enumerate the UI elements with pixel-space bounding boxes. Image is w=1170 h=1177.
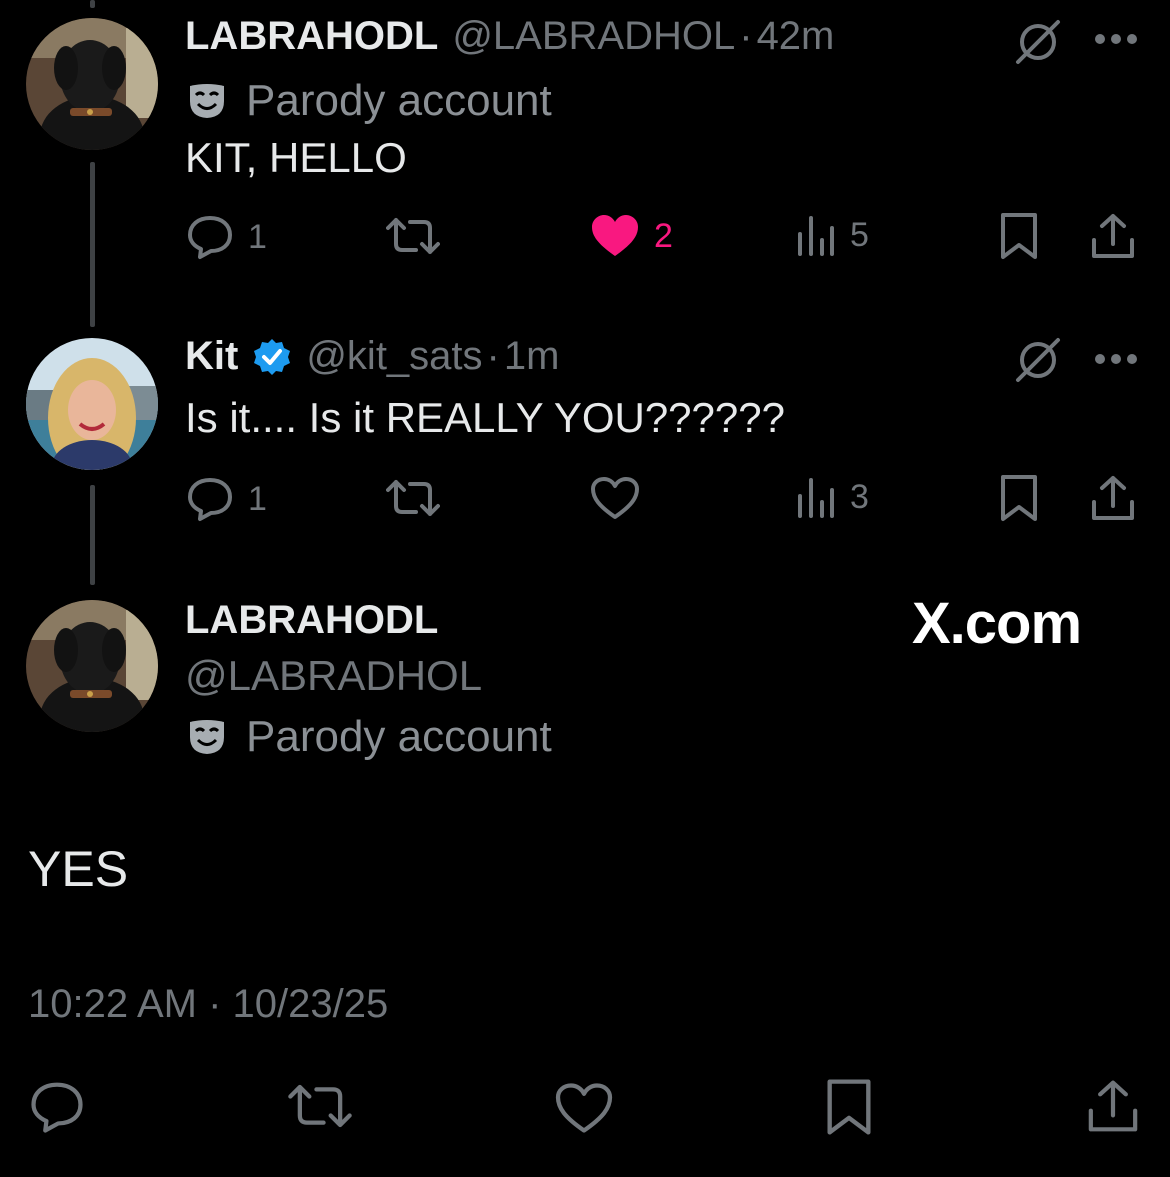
reply-icon — [31, 1082, 83, 1133]
retweet-button[interactable] — [288, 1082, 352, 1130]
separator: · — [486, 334, 500, 378]
parody-mask-icon — [190, 720, 224, 754]
like-button[interactable] — [590, 476, 640, 520]
avatar[interactable] — [26, 338, 158, 470]
retweet-icon — [386, 218, 440, 254]
display-name[interactable]: LABRAHODL — [185, 598, 438, 643]
tweet-header: Kit @kit_sats · 1m — [185, 334, 559, 379]
share-button[interactable] — [1086, 1078, 1140, 1134]
bookmark-icon — [1001, 213, 1037, 259]
grok-icon[interactable] — [1014, 336, 1062, 389]
tweet-header: LABRAHODL @LABRADHOL · 42m — [185, 14, 834, 59]
reply-button[interactable]: 1 — [186, 476, 267, 522]
thread-connector — [90, 0, 95, 8]
reply-count: 1 — [248, 217, 267, 256]
dog-avatar-image — [26, 18, 158, 150]
parody-mask-icon — [190, 84, 224, 118]
handle[interactable]: @kit_sats — [306, 334, 482, 379]
parody-text: Parody account — [246, 76, 552, 125]
like-icon — [592, 215, 638, 256]
retweet-icon — [288, 1084, 352, 1128]
retweet-icon — [386, 480, 440, 516]
like-button[interactable]: 2 — [590, 214, 673, 258]
post-timestamp[interactable]: 10:22 AM · 10/23/25 — [28, 982, 388, 1027]
bookmark-button[interactable] — [826, 1078, 872, 1136]
like-button[interactable] — [554, 1082, 614, 1134]
handle[interactable]: @LABRADHOL — [185, 652, 482, 700]
handle[interactable]: @LABRADHOL — [452, 14, 735, 59]
parody-label: Parody account — [188, 76, 552, 126]
reply-icon — [188, 216, 232, 259]
reply-icon — [188, 478, 232, 521]
kit-avatar-image — [26, 338, 158, 470]
reply-button[interactable] — [28, 1080, 86, 1134]
like-count: 2 — [654, 216, 673, 255]
avatar[interactable] — [26, 600, 158, 732]
like-icon — [591, 477, 639, 519]
more-icon[interactable] — [1094, 32, 1138, 50]
dog-avatar-image — [26, 600, 158, 732]
bookmark-button[interactable] — [1000, 474, 1038, 522]
retweet-button[interactable] — [386, 216, 440, 256]
thread-connector — [90, 162, 95, 327]
bookmark-button[interactable] — [1000, 212, 1038, 260]
like-icon — [555, 1083, 613, 1133]
parody-label: Parody account — [188, 712, 552, 762]
views-count: 5 — [850, 215, 869, 254]
thread-connector — [90, 485, 95, 585]
reply-button[interactable]: 1 — [186, 214, 267, 260]
views-icon — [798, 216, 834, 256]
share-icon — [1092, 214, 1134, 258]
reply-count: 1 — [248, 479, 267, 518]
more-icon[interactable] — [1094, 352, 1138, 370]
watermark: X.com — [912, 591, 1082, 656]
views-icon — [798, 478, 834, 518]
share-icon — [1088, 1080, 1138, 1132]
tweet-text: Is it.... Is it REALLY YOU?????? — [185, 394, 785, 441]
share-button[interactable] — [1090, 474, 1136, 522]
tweet-text: KIT, HELLO — [185, 134, 407, 181]
grok-icon[interactable] — [1014, 18, 1062, 71]
avatar[interactable] — [26, 18, 158, 150]
bookmark-icon — [1001, 475, 1037, 521]
bookmark-icon — [827, 1079, 871, 1135]
display-name[interactable]: LABRAHODL — [185, 14, 438, 59]
separator: · — [739, 14, 753, 58]
timestamp[interactable]: 1m — [504, 334, 560, 379]
thread-view: LABRAHODL @LABRADHOL · 42m Parody accoun… — [0, 0, 1170, 1177]
tweet-text: YES — [28, 841, 129, 897]
timestamp[interactable]: 42m — [757, 14, 835, 59]
views-button[interactable]: 5 — [796, 214, 869, 256]
display-name[interactable]: Kit — [185, 334, 238, 379]
parody-text: Parody account — [246, 712, 552, 761]
verified-badge-icon — [254, 338, 291, 375]
views-button[interactable]: 3 — [796, 476, 869, 518]
views-count: 3 — [850, 477, 869, 516]
retweet-button[interactable] — [386, 478, 440, 518]
share-icon — [1092, 476, 1134, 520]
share-button[interactable] — [1090, 212, 1136, 260]
